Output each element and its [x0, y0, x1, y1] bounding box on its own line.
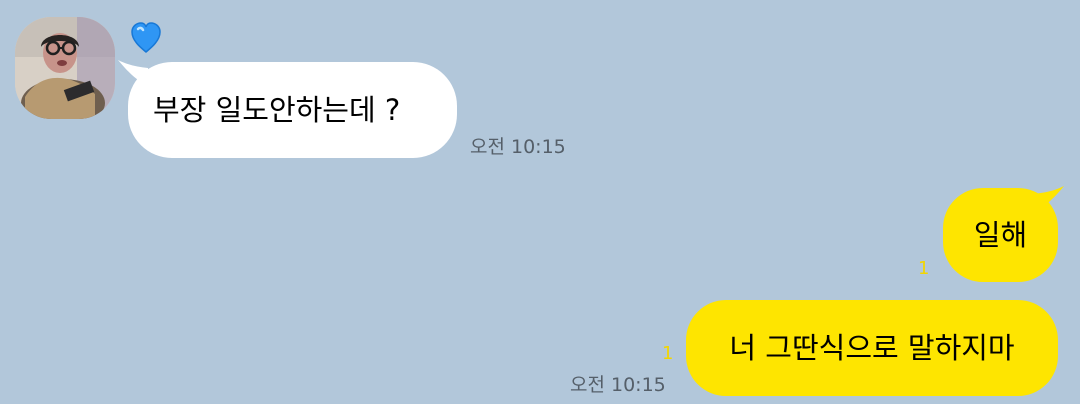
unread-count: 1 — [918, 258, 930, 279]
outgoing-message-text: 너 그딴식으로 말하지마 — [729, 331, 1015, 365]
outgoing-message-bubble[interactable]: 너 그딴식으로 말하지마 — [686, 300, 1058, 396]
incoming-message-bubble[interactable]: 부장 일도안하는데 ? — [128, 62, 457, 158]
avatar[interactable] — [15, 17, 115, 119]
incoming-message-text: 부장 일도안하는데 ? — [153, 93, 401, 127]
profile-photo — [15, 17, 115, 119]
unread-count: 1 — [662, 343, 674, 364]
outgoing-timestamp: 오전 10:15 — [570, 374, 666, 396]
outgoing-message-text: 일해 — [973, 218, 1028, 252]
chat-view: 부장 일도안하는데 ? 오전 10:15 1 일해 1 오전 10:15 너 그… — [0, 0, 1080, 404]
blue-heart-icon — [131, 22, 161, 54]
incoming-timestamp: 오전 10:15 — [470, 136, 566, 158]
outgoing-message-bubble[interactable]: 일해 — [943, 188, 1058, 282]
